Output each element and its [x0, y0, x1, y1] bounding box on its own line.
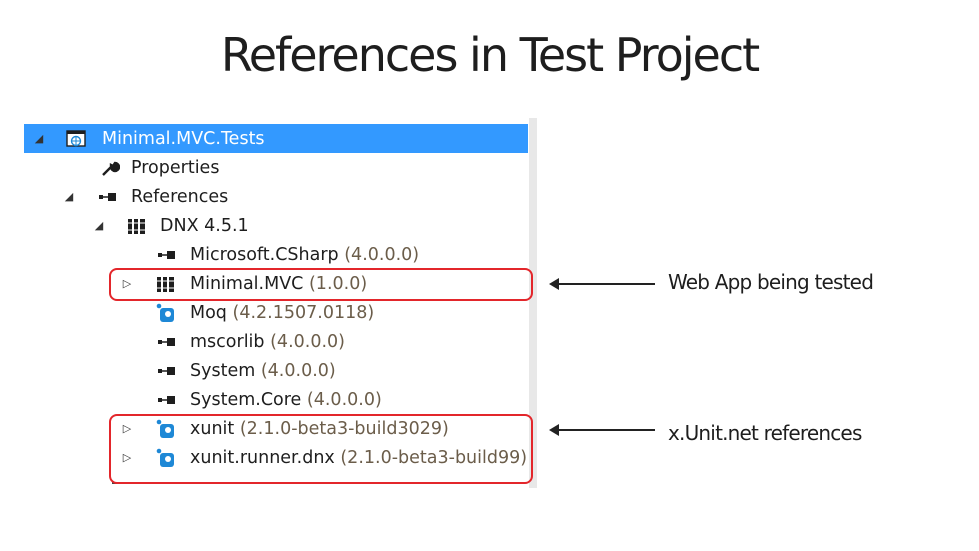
- annotation-xunit: x.Unit.net references: [668, 421, 862, 445]
- tree-item-reference[interactable]: System (4.0.0.0): [24, 356, 528, 385]
- reference-label: mscorlib (4.0.0.0): [190, 331, 345, 352]
- left-arrow-icon: [549, 424, 655, 436]
- reference-label: System.Core (4.0.0.0): [190, 389, 382, 410]
- reference-label: System (4.0.0.0): [190, 360, 336, 381]
- reference-label: Microsoft.CSharp (4.0.0.0): [190, 244, 420, 265]
- expanded-triangle-icon[interactable]: ◢: [32, 132, 46, 146]
- tree-item-reference[interactable]: Moq (4.2.1507.0118): [24, 298, 528, 327]
- expanded-triangle-icon[interactable]: ◢: [62, 190, 76, 204]
- references-label: References: [131, 186, 229, 207]
- slide-title: References in Test Project: [220, 28, 760, 82]
- tree-item-properties[interactable]: Properties: [24, 153, 528, 182]
- tree-item-framework[interactable]: ◢ DNX 4.5.1: [24, 211, 528, 240]
- reference-icon: [158, 337, 175, 346]
- tree-item-project[interactable]: ◢ Minimal.MVC.Tests: [24, 124, 528, 153]
- tree-item-reference[interactable]: Microsoft.CSharp (4.0.0.0): [24, 240, 528, 269]
- reference-icon: [158, 250, 175, 259]
- library-icon: [128, 218, 145, 234]
- reference-label: Moq (4.2.1507.0118): [190, 302, 375, 323]
- callout-box-web-app: [109, 268, 533, 301]
- tree-item-reference[interactable]: mscorlib (4.0.0.0): [24, 327, 528, 356]
- framework-label: DNX 4.5.1: [160, 215, 249, 236]
- web-project-icon: [66, 129, 86, 147]
- project-label: Minimal.MVC.Tests: [102, 128, 265, 149]
- callout-box-xunit: [109, 414, 533, 484]
- wrench-icon: [102, 161, 120, 176]
- reference-icon: [158, 395, 175, 404]
- properties-label: Properties: [131, 157, 220, 178]
- left-arrow-icon: [549, 278, 655, 290]
- expanded-triangle-icon[interactable]: ◢: [92, 219, 106, 233]
- nuget-package-icon: [156, 303, 174, 322]
- reference-icon: [158, 366, 175, 375]
- tree-item-references[interactable]: ◢ References: [24, 182, 528, 211]
- reference-icon: [99, 192, 116, 201]
- annotation-web-app: Web App being tested: [668, 270, 874, 294]
- tree-item-reference[interactable]: System.Core (4.0.0.0): [24, 385, 528, 414]
